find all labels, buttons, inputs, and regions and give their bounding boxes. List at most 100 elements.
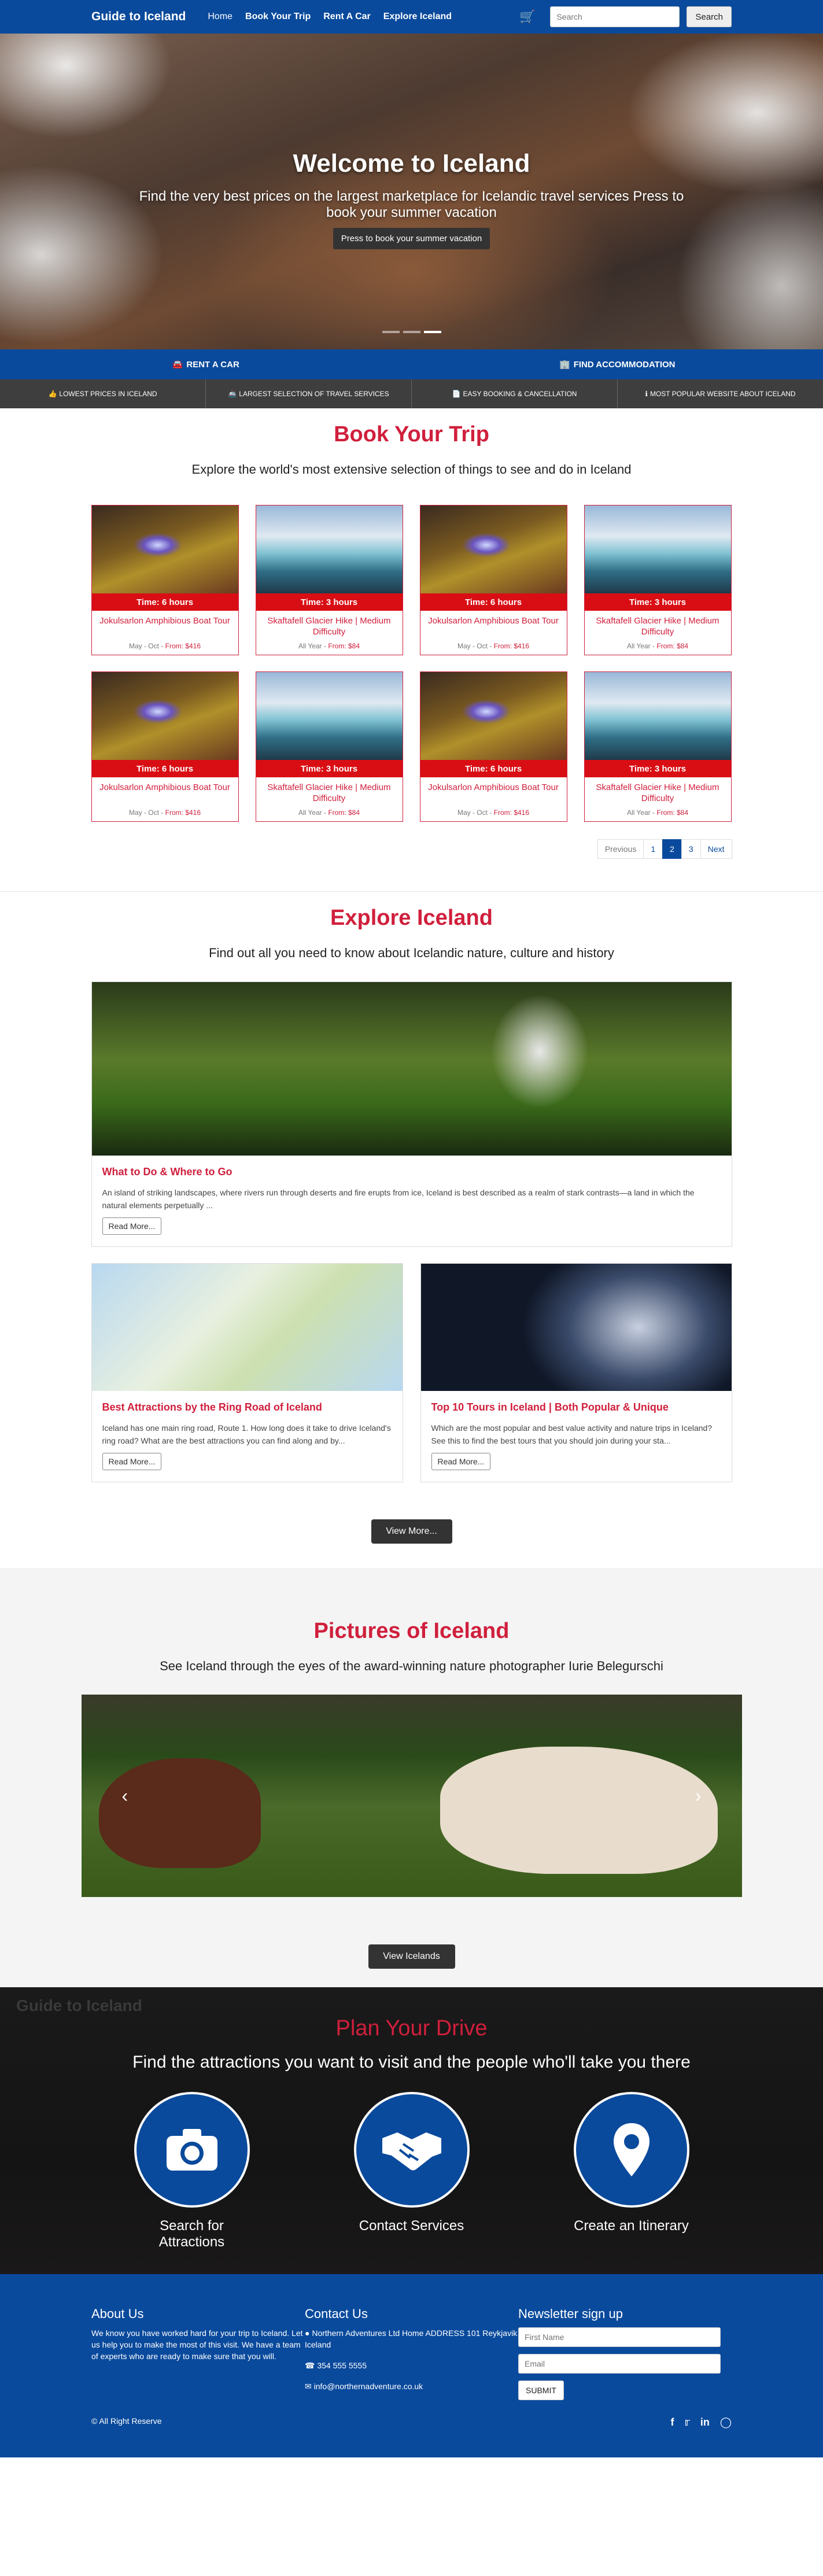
pagination-page[interactable]: 3 xyxy=(681,839,701,859)
nav-link-explore-iceland[interactable]: Explore Iceland xyxy=(383,12,452,22)
tour-name[interactable]: Jokulsarlon Amphibious Boat Tour xyxy=(92,777,238,806)
linkedin-icon[interactable]: in xyxy=(700,2416,710,2429)
tour-season: All Year xyxy=(298,642,322,650)
address-line: ● Northern Adventures Ltd Home ADDRESS 1… xyxy=(305,2327,518,2350)
tour-name[interactable]: Skaftafell Glacier Hike | Medium Difficu… xyxy=(256,611,403,640)
plan-item-contact[interactable]: Contact Services xyxy=(353,2092,470,2250)
car-icon: 🚘 xyxy=(172,360,183,370)
email-text[interactable]: info@northernadventure.co.uk xyxy=(314,2382,423,2391)
read-more-button[interactable]: Read More... xyxy=(102,1217,162,1235)
email-line: ✉ info@northernadventure.co.uk xyxy=(305,2381,518,2392)
tour-season: May - Oct xyxy=(457,809,488,817)
email-field[interactable] xyxy=(518,2354,721,2374)
tour-price: From: $416 xyxy=(493,809,530,817)
article-card: Best Attractions by the Ring Road of Ice… xyxy=(91,1263,403,1482)
tour-name[interactable]: Jokulsarlon Amphibious Boat Tour xyxy=(92,611,238,640)
pagination-next[interactable]: Next xyxy=(700,839,732,859)
view-more-button[interactable]: View More... xyxy=(371,1519,452,1544)
pagination-previous[interactable]: Previous xyxy=(597,839,644,859)
carousel-indicator-active[interactable] xyxy=(423,331,441,333)
facebook-icon[interactable]: f xyxy=(670,2416,674,2429)
pictures-section: Pictures of Iceland See Iceland through … xyxy=(0,1568,823,1987)
instagram-icon[interactable]: ◯ xyxy=(720,2416,732,2429)
nav-link-home[interactable]: Home xyxy=(208,12,232,22)
tour-card[interactable]: Time: 3 hours Skaftafell Glacier Hike | M… xyxy=(584,671,732,822)
carousel-indicator[interactable] xyxy=(403,331,420,333)
top-navbar: Guide to Iceland Home Book Your Trip Ren… xyxy=(0,0,823,34)
pagination-page-current[interactable]: 2 xyxy=(662,839,682,859)
tour-season: May - Oct xyxy=(128,642,159,650)
view-icelands-button[interactable]: View Icelands xyxy=(368,1944,455,1969)
tour-card[interactable]: Time: 6 hours Jokulsarlon Amphibious Boat… xyxy=(419,671,567,822)
tour-name[interactable]: Jokulsarlon Amphibious Boat Tour xyxy=(420,611,567,640)
card-body: Top 10 Tours in Iceland | Both Popular &… xyxy=(421,1391,732,1482)
rent-a-car-link[interactable]: 🚘 RENT A CAR xyxy=(0,349,412,379)
chevron-right-icon[interactable]: › xyxy=(695,1785,702,1807)
tour-duration: Time: 3 hours xyxy=(256,760,403,777)
section-title: Pictures of Iceland xyxy=(313,1619,510,1643)
plan-item-search[interactable]: Search for Attractions xyxy=(134,2092,250,2250)
plan-items: Search for Attractions Contact Services … xyxy=(0,2092,823,2250)
hero-subtitle: Find the very best prices on the largest… xyxy=(139,189,684,220)
thumbs-up-icon: 👍 xyxy=(48,390,57,398)
tour-price-line: May - Oct - From: $416 xyxy=(457,642,530,650)
tour-name[interactable]: Skaftafell Glacier Hike | Medium Difficu… xyxy=(585,611,731,640)
building-icon: 🏢 xyxy=(559,360,570,370)
tour-name[interactable]: Skaftafell Glacier Hike | Medium Difficu… xyxy=(256,777,403,806)
article-excerpt: Which are the most popular and best valu… xyxy=(431,1423,713,1445)
tour-price-line: May - Oct - From: $416 xyxy=(128,809,201,817)
cart-icon[interactable]: 🛒 xyxy=(519,9,535,24)
chevron-left-icon[interactable]: ‹ xyxy=(122,1785,128,1807)
nav-links: Home Book Your Trip Rent A Car Explore I… xyxy=(208,12,452,22)
carousel-indicator[interactable] xyxy=(382,331,400,333)
info-icon: ℹ xyxy=(645,390,648,398)
search-button[interactable]: Search xyxy=(687,6,732,27)
section-subtitle: See Iceland through the eyes of the awar… xyxy=(160,1659,663,1673)
feature-label: LOWEST PRICES IN ICELAND xyxy=(59,390,157,398)
twitter-icon[interactable]: 𝕣 xyxy=(684,2416,689,2429)
submit-button[interactable]: SUBMIT xyxy=(518,2381,564,2400)
footer-heading: Newsletter sign up xyxy=(518,2306,623,2321)
action-bar: 🚘 RENT A CAR 🏢 FIND ACCOMMODATION xyxy=(0,349,823,379)
pagination-page[interactable]: 1 xyxy=(643,839,663,859)
find-accommodation-link[interactable]: 🏢 FIND ACCOMMODATION xyxy=(412,349,823,379)
article-title[interactable]: What to Do & Where to Go xyxy=(102,1166,721,1178)
phone-text[interactable]: 354 555 5555 xyxy=(317,2361,367,2370)
search-input[interactable] xyxy=(550,6,680,27)
read-more-button[interactable]: Read More... xyxy=(102,1453,162,1470)
feature-item: 📄 EASY BOOKING & CANCELLATION xyxy=(412,379,618,408)
tour-grid: Time: 6 hours Jokulsarlon Amphibious Boat… xyxy=(91,505,732,822)
phone-line: ☎ 354 555 5555 xyxy=(305,2360,518,2371)
article-title[interactable]: Top 10 Tours in Iceland | Both Popular &… xyxy=(431,1401,721,1414)
read-more-button[interactable]: Read More... xyxy=(431,1453,491,1470)
tour-card[interactable]: Time: 3 hours Skaftafell Glacier Hike | M… xyxy=(255,505,403,655)
section-subtitle: Explore the world's most extensive selec… xyxy=(191,462,632,477)
tour-image xyxy=(91,672,238,760)
tour-name[interactable]: Skaftafell Glacier Hike | Medium Difficu… xyxy=(585,777,731,806)
article-excerpt: Iceland has one main ring road, Route 1.… xyxy=(102,1423,391,1445)
tour-card[interactable]: Time: 6 hours Jokulsarlon Amphibious Boat… xyxy=(91,671,239,822)
section-title: Explore Iceland xyxy=(330,906,493,930)
brand-logo[interactable]: Guide to Iceland xyxy=(91,10,186,24)
tour-price: From: $416 xyxy=(165,809,201,817)
tour-season: May - Oct xyxy=(457,642,488,650)
tour-card[interactable]: Time: 6 hours Jokulsarlon Amphibious Boat… xyxy=(419,505,567,655)
tour-name[interactable]: Jokulsarlon Amphibious Boat Tour xyxy=(420,777,567,806)
article-title[interactable]: Best Attractions by the Ring Road of Ice… xyxy=(102,1401,392,1414)
tour-image xyxy=(256,505,403,593)
carousel-indicators xyxy=(382,331,441,333)
article-card: Top 10 Tours in Iceland | Both Popular &… xyxy=(420,1263,732,1482)
tour-card[interactable]: Time: 3 hours Skaftafell Glacier Hike | M… xyxy=(255,671,403,822)
first-name-field[interactable] xyxy=(518,2327,721,2347)
tour-card[interactable]: Time: 6 hours Jokulsarlon Amphibious Boat… xyxy=(91,505,239,655)
nav-link-book-your-trip[interactable]: Book Your Trip xyxy=(245,12,311,22)
ice-cave-image xyxy=(420,1264,732,1391)
tour-card[interactable]: Time: 3 hours Skaftafell Glacier Hike | M… xyxy=(584,505,732,655)
hero-title: Welcome to Iceland xyxy=(293,149,530,178)
plan-item-itinerary[interactable]: Create an Itinerary xyxy=(573,2092,689,2250)
nav-link-rent-a-car[interactable]: Rent A Car xyxy=(323,12,371,22)
card-body: Best Attractions by the Ring Road of Ice… xyxy=(92,1391,403,1482)
plan-item-label: Search for Attractions xyxy=(158,2218,225,2250)
features-bar: 👍 LOWEST PRICES IN ICELAND 🚢 LARGEST SELEC… xyxy=(0,379,823,408)
book-vacation-button[interactable]: Press to book your summer vacation xyxy=(333,228,490,249)
